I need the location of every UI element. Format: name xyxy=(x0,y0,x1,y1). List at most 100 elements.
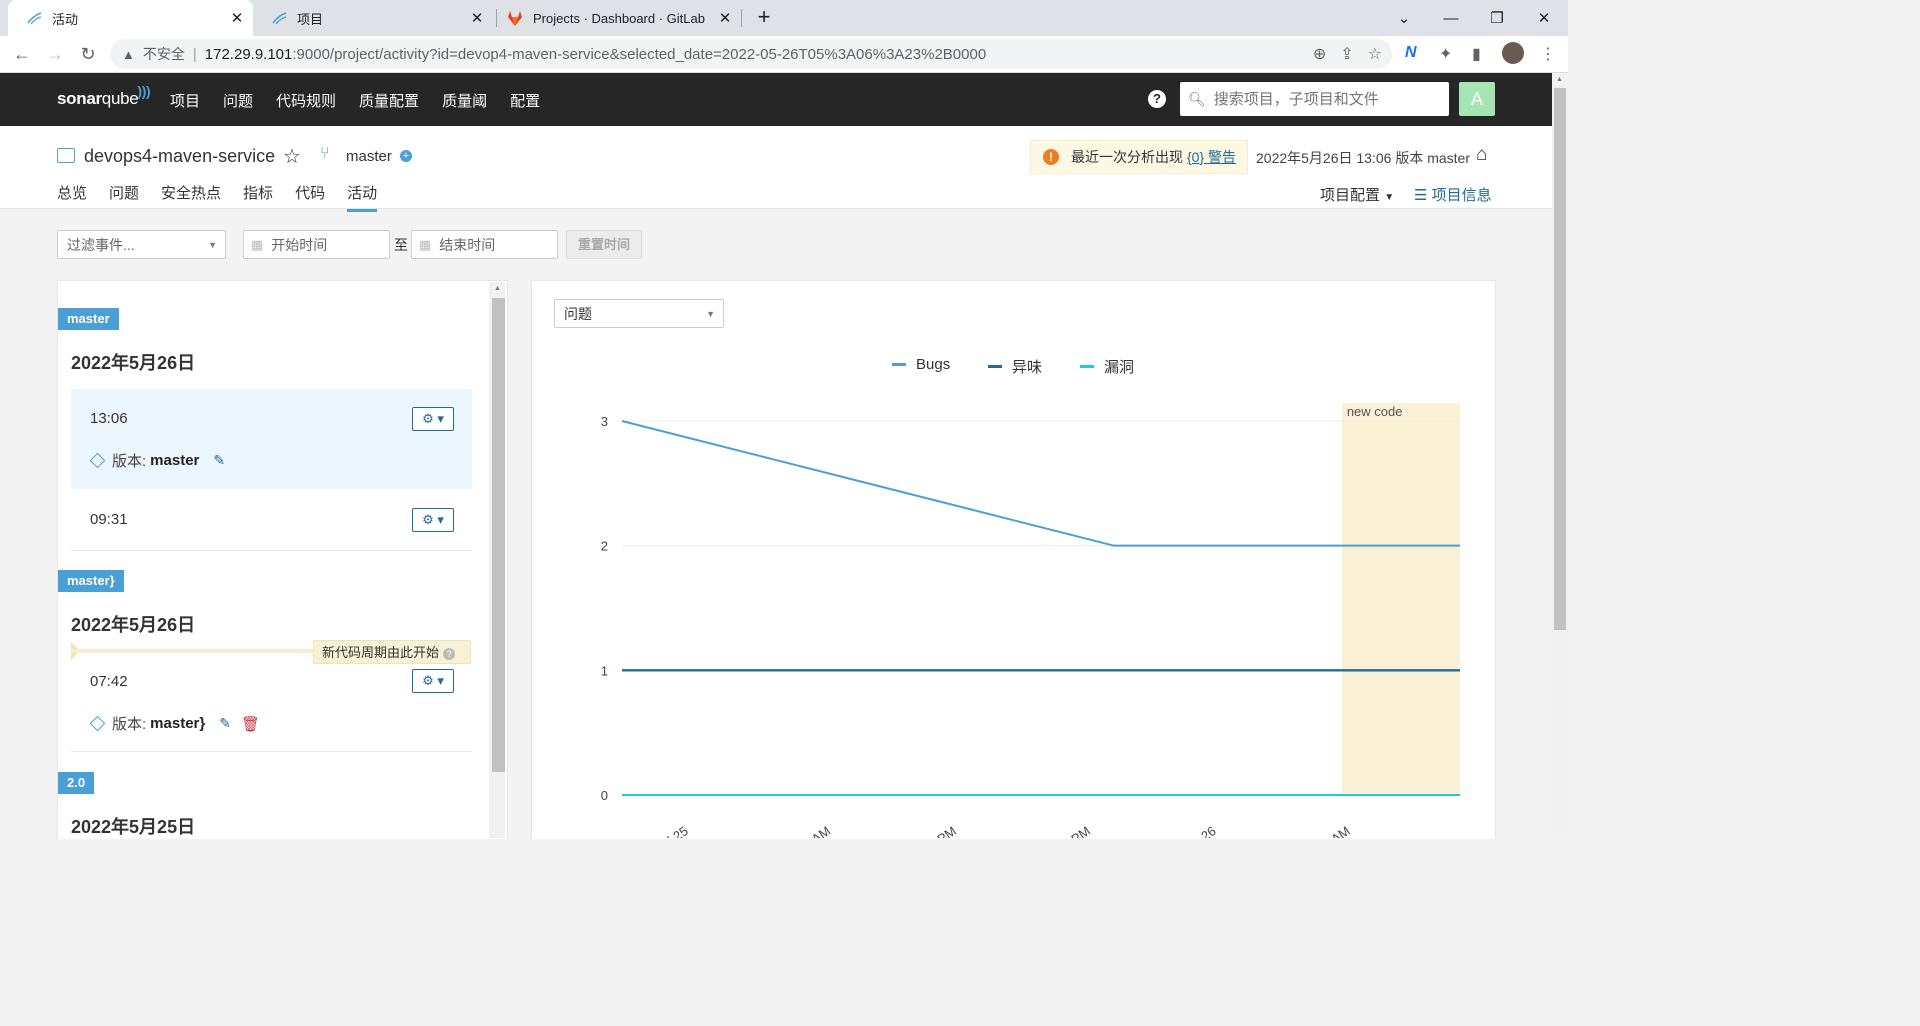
branch-add-icon[interactable]: + xyxy=(400,150,412,162)
omnibox-actions: ⊕ ⇪ ☆ xyxy=(1313,44,1382,64)
restore-icon[interactable]: ❐ xyxy=(1474,0,1520,36)
tab-overview[interactable]: 总览 xyxy=(57,182,87,212)
project-name[interactable]: devops4-maven-service xyxy=(84,146,275,167)
browser-menu-icon[interactable]: ⋮ xyxy=(1540,44,1556,64)
scroll-up-arrow-icon[interactable]: ▲ xyxy=(1556,76,1563,83)
extensions-puzzle-icon[interactable]: ✦ xyxy=(1439,44,1452,64)
x-tick-label: Wed 25 xyxy=(646,823,691,838)
new-code-period-text: 新代码周期由此开始 xyxy=(322,645,440,660)
new-tab-icon[interactable]: + xyxy=(752,4,776,32)
start-date-input[interactable]: ▦ 开始时间 xyxy=(243,230,390,259)
home-icon[interactable]: ⌂ xyxy=(1476,144,1487,166)
browser-tab-activity[interactable]: 活动 ✕ xyxy=(8,0,253,36)
nav-quality-gates[interactable]: 质量阈 xyxy=(442,90,487,111)
legend-swatch xyxy=(892,363,906,366)
activity-event[interactable]: 07:42 ⚙ ▾ 版本: master} ✎ 🗑︎ xyxy=(71,664,472,752)
scroll-up-arrow-icon[interactable]: ▲ xyxy=(494,285,501,292)
bookmark-star-icon[interactable]: ☆ xyxy=(1368,44,1382,64)
delete-trash-icon[interactable]: 🗑︎ xyxy=(241,715,260,733)
new-code-area-label: new code xyxy=(1347,404,1403,419)
tab-security-hotspots[interactable]: 安全热点 xyxy=(161,182,221,212)
global-search[interactable]: 🔍︎ xyxy=(1180,82,1449,116)
zoom-icon[interactable]: ⊕ xyxy=(1313,44,1326,64)
close-tab-icon[interactable]: ✕ xyxy=(227,9,247,27)
close-tab-icon[interactable]: ✕ xyxy=(467,9,487,27)
version-diamond-icon xyxy=(89,715,106,732)
back-icon[interactable]: ← xyxy=(10,42,34,66)
edit-pencil-icon[interactable]: ✎ xyxy=(219,715,231,732)
issues-line-chart[interactable]: new code 0 1 2 3 Wed 25 06 AM 12 PM 06 PM Thu 26 0… xyxy=(560,395,1480,838)
sonarqube-favicon-icon xyxy=(26,10,42,26)
activity-event-selected[interactable]: 13:06 ⚙ ▾ 版本: master ✎ xyxy=(71,389,472,489)
side-panel-icon[interactable]: ▮ xyxy=(1472,44,1481,64)
tab-search-chevron-icon[interactable]: ⌄ xyxy=(1381,0,1427,36)
address-bar-row: ← → ↻ ▲ 不安全 | 172.29.9.101:9000/project/… xyxy=(0,36,1568,73)
close-window-icon[interactable]: ✕ xyxy=(1521,0,1567,36)
close-tab-icon[interactable]: ✕ xyxy=(715,9,735,27)
search-icon: 🔍︎ xyxy=(1188,90,1206,107)
new-code-marker-bar xyxy=(71,649,313,653)
warning-triangle-icon: ▲ xyxy=(122,46,135,62)
series-line-0 xyxy=(621,420,1460,547)
help-icon[interactable]: ? xyxy=(1148,90,1166,108)
version-label: 版本: xyxy=(112,453,147,470)
end-date-placeholder: 结束时间 xyxy=(439,236,496,253)
event-actions-gear-button[interactable]: ⚙ ▾ xyxy=(412,508,454,532)
reload-icon[interactable]: ↻ xyxy=(76,42,100,66)
project-info-button[interactable]: ☰ 项目信息 xyxy=(1414,184,1492,205)
tab-measures[interactable]: 指标 xyxy=(243,182,273,212)
reset-dates-button[interactable]: 重置时间 xyxy=(566,230,642,259)
nav-administration[interactable]: 配置 xyxy=(510,90,540,111)
branch-name[interactable]: master xyxy=(346,148,392,165)
sonarqube-logo[interactable]: sonarqube))) xyxy=(57,83,151,109)
event-actions-gear-button[interactable]: ⚙ ▾ xyxy=(412,407,454,431)
graph-type-select[interactable]: 问题 ▼ xyxy=(554,299,724,328)
nav-quality-profiles[interactable]: 质量配置 xyxy=(359,90,419,111)
nav-projects[interactable]: 项目 xyxy=(170,90,200,111)
version-value: master xyxy=(150,452,200,469)
calendar-icon: ▦ xyxy=(251,236,264,252)
tab-issues[interactable]: 问题 xyxy=(109,182,139,212)
warning-link[interactable]: {0} 警告 xyxy=(1187,147,1236,167)
event-version: 版本: master} ✎ 🗑︎ xyxy=(89,713,260,734)
nav-rules[interactable]: 代码规则 xyxy=(276,90,336,111)
edit-pencil-icon[interactable]: ✎ xyxy=(213,452,225,469)
search-input[interactable] xyxy=(1211,89,1446,109)
page-scrollbar-thumb[interactable] xyxy=(1554,88,1566,630)
extension-n-icon[interactable]: N xyxy=(1405,44,1417,62)
end-date-input[interactable]: ▦ 结束时间 xyxy=(411,230,558,259)
event-divider xyxy=(71,751,472,752)
forward-icon[interactable]: → xyxy=(43,42,67,66)
chevron-down-icon: ▼ xyxy=(208,239,217,250)
user-avatar[interactable]: A xyxy=(1459,82,1495,116)
browser-tab-label: Projects · Dashboard · GitLab xyxy=(533,10,705,26)
y-tick-label: 3 xyxy=(601,414,608,429)
url-field[interactable]: ▲ 不安全 | 172.29.9.101:9000/project/activi… xyxy=(110,39,1392,69)
browser-tab-strip: 活动 ✕ 项目 ✕ Projects · Dashboard · GitLab … xyxy=(0,0,1568,36)
profile-avatar-icon[interactable] xyxy=(1502,42,1524,64)
project-tabs: 总览 问题 安全热点 指标 代码 活动 xyxy=(57,182,399,212)
version-label: 版本: xyxy=(112,716,147,733)
share-icon[interactable]: ⇪ xyxy=(1340,44,1353,64)
favorite-star-icon[interactable]: ☆ xyxy=(283,144,301,169)
tab-code[interactable]: 代码 xyxy=(295,182,325,212)
x-tick-label: 06 AM xyxy=(794,823,833,838)
x-tick-label: Thu 26 xyxy=(1177,823,1219,838)
minimize-icon[interactable]: — xyxy=(1428,0,1474,36)
activity-event[interactable]: 09:31 ⚙ ▾ xyxy=(71,490,472,550)
browser-tab-projects[interactable]: 项目 ✕ xyxy=(253,0,493,36)
tab-activity[interactable]: 活动 xyxy=(347,182,378,212)
event-time: 09:31 xyxy=(90,511,128,528)
activity-scrollbar-thumb[interactable] xyxy=(492,298,505,772)
nav-issues[interactable]: 问题 xyxy=(223,90,253,111)
legend-label: 漏洞 xyxy=(1104,359,1135,376)
event-actions-gear-button[interactable]: ⚙ ▾ xyxy=(412,669,454,693)
gitlab-favicon-icon xyxy=(507,10,523,26)
project-settings-menu[interactable]: 项目配置 ▼ xyxy=(1320,184,1394,205)
url-host: 172.29.9.101 xyxy=(204,45,293,63)
legend-item-vulnerabilities: 漏洞 xyxy=(1080,356,1134,377)
event-filter-select[interactable]: 过滤事件... ▼ xyxy=(57,230,226,259)
activity-date-heading: 2022年5月25日 xyxy=(71,817,196,837)
browser-tab-gitlab[interactable]: Projects · Dashboard · GitLab ✕ xyxy=(497,0,741,36)
help-question-icon[interactable]: ? xyxy=(443,648,456,660)
